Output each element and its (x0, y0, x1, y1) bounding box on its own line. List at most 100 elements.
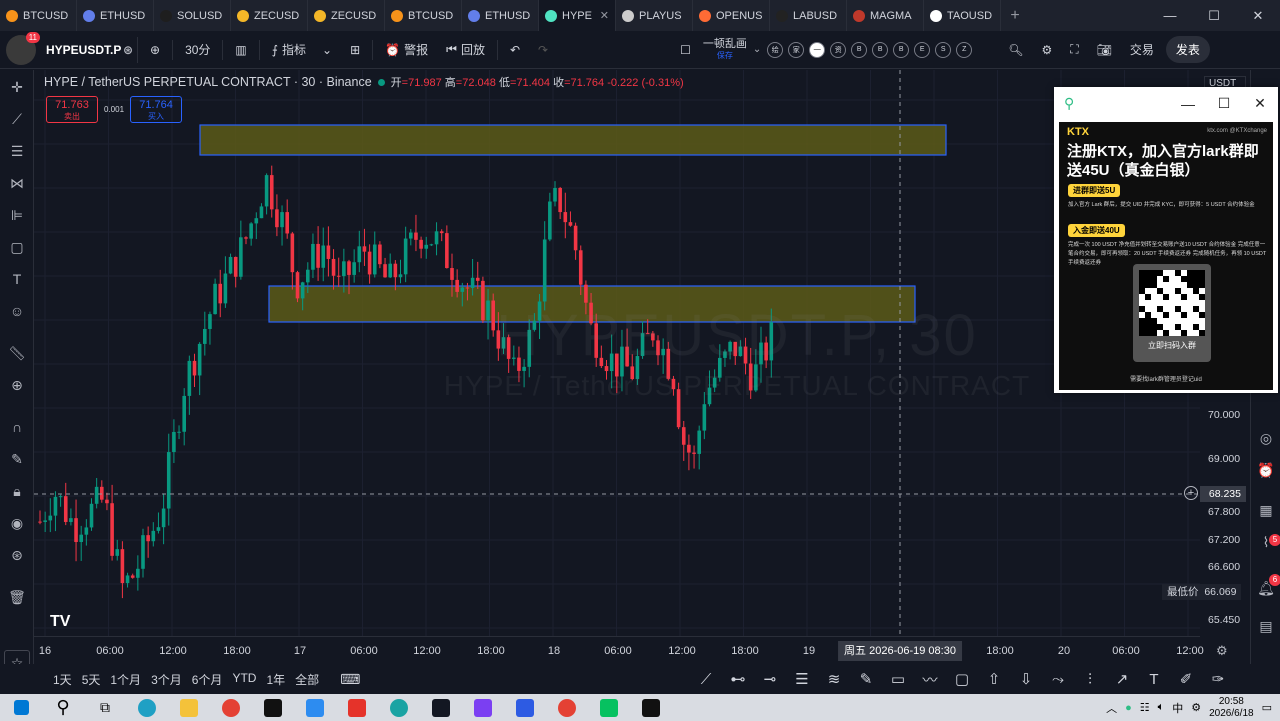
period-button[interactable]: YTD (227, 671, 261, 688)
ruler-icon[interactable]: 📏︎ (6, 342, 28, 364)
extended-line-icon[interactable]: ⊸ (754, 670, 786, 688)
trade-button[interactable]: 交易 (1124, 36, 1160, 64)
emoji-icon[interactable]: ☺ (6, 300, 28, 322)
indicators-button[interactable]: ⨍ 指标 ⌄ (266, 36, 338, 64)
trash-icon[interactable]: 🗑︎ (6, 586, 28, 608)
advertisement-popup[interactable]: ⚲ — ☐ ✕ KTX ktx.com @KTXchange 注册KTX，加入官… (1054, 87, 1278, 393)
chevron-down-icon[interactable]: ⌄ (753, 44, 761, 55)
popup-maximize-button[interactable]: ☐ (1206, 95, 1242, 112)
search-icon[interactable]: 🔍︎ (1002, 36, 1029, 64)
quick-access-button[interactable]: E (914, 41, 931, 58)
new-tab-button[interactable]: + (1001, 7, 1029, 25)
window-maximize-button[interactable]: ☐ (1192, 8, 1236, 24)
tray-chevron-icon[interactable]: ︿ (1106, 700, 1117, 716)
ime-indicator[interactable]: 中 (1172, 700, 1183, 716)
period-button[interactable]: 6个月 (187, 671, 228, 688)
system-clock[interactable]: 20:58 2026/6/18 (1209, 696, 1254, 720)
task-view-icon[interactable]: ⧉ (84, 694, 126, 721)
layouts-icon[interactable]: ⊞ (344, 36, 366, 64)
quick-access-button[interactable]: 资 (830, 41, 847, 58)
geometry-icon[interactable]: ▢ (6, 236, 28, 258)
browser-tab[interactable]: TAOUSD (924, 0, 1001, 31)
volume-icon[interactable]: 🔈︎ (1158, 701, 1165, 714)
watchlist-icon[interactable]: ◎ (1256, 430, 1276, 450)
pin-icon[interactable]: ⚲ (1064, 95, 1074, 112)
browser-tab[interactable]: MAGMA (847, 0, 924, 31)
zoom-icon[interactable]: ⊕ (6, 374, 28, 396)
symbol-settings-icon[interactable]: ⊛ (123, 43, 133, 57)
lock-icon[interactable]: 🔒︎ (6, 480, 28, 502)
quick-access-button[interactable]: B (893, 41, 910, 58)
pen-icon[interactable]: ✐ (1170, 670, 1202, 688)
eye-icon[interactable]: ◉ (6, 512, 28, 534)
app-icon[interactable] (630, 694, 672, 721)
tradingview-logo[interactable]: TV (50, 613, 70, 631)
browser-tab[interactable]: HYPE ✕ (539, 0, 616, 31)
quick-access-button[interactable]: Z (956, 41, 973, 58)
symbol-search-button[interactable]: HYPEUSDT.P ⊛ (42, 36, 138, 63)
vertical-line-icon[interactable]: ⫶ (1074, 671, 1106, 688)
alerts-icon[interactable]: ⏰ (1256, 462, 1276, 482)
forecast-icon[interactable]: ⊫ (6, 204, 28, 226)
tradingview-icon[interactable] (420, 694, 462, 721)
file-explorer-icon[interactable] (168, 694, 210, 721)
pattern-icon[interactable]: ⋈ (6, 172, 28, 194)
notifications-icon[interactable]: ▭ (1262, 701, 1272, 714)
rectangle-icon[interactable]: ▢ (946, 670, 978, 688)
add-alert-plus-icon[interactable]: + (1184, 486, 1198, 500)
tiktok-icon[interactable] (252, 694, 294, 721)
edge-icon[interactable] (126, 694, 168, 721)
text-tool-icon[interactable]: T (1138, 671, 1170, 688)
quick-access-button[interactable]: — (809, 41, 826, 58)
brush-icon[interactable]: ✎ (850, 670, 882, 688)
callout-icon[interactable]: ▭ (882, 670, 914, 688)
buy-button[interactable]: 71.764 买入 (130, 96, 183, 123)
compare-icon[interactable]: ⊕ (144, 36, 166, 64)
ad-banner[interactable]: KTX ktx.com @KTXchange 注册KTX，加入官方lark群即送… (1059, 122, 1273, 390)
time-axis[interactable]: 周五 2026-06-19 08:30 16 06:00 12:00 18:00 17 0… (34, 636, 1204, 664)
fullscreen-frame-icon[interactable]: ☐ (674, 36, 697, 64)
globe-icon[interactable]: ⊛ (6, 544, 28, 566)
legend-title[interactable]: HYPE / TetherUS PERPETUAL CONTRACT · 30 … (44, 75, 372, 89)
period-button[interactable]: 3个月 (146, 671, 187, 688)
interval-button[interactable]: 30分 (179, 36, 216, 64)
quick-access-button[interactable]: B (851, 41, 868, 58)
browser-tab[interactable]: ETHUSD (462, 0, 539, 31)
calendar-icon[interactable]: ▦ (1256, 502, 1276, 522)
browser-tab[interactable]: ETHUSD (77, 0, 154, 31)
magnet-icon[interactable]: ∩ (6, 416, 28, 438)
app-icon[interactable] (378, 694, 420, 721)
path-icon[interactable]: 〰 (914, 669, 946, 690)
period-button[interactable]: 1天 (48, 671, 77, 688)
arrow-down-icon[interactable]: ⇩ (1010, 670, 1042, 688)
alerts-button[interactable]: ⏰ 警报 (379, 36, 434, 64)
fullscreen-icon[interactable]: ⛶ (1064, 36, 1084, 64)
date-range-icon[interactable]: ⌨ (340, 671, 360, 688)
wps-icon[interactable] (336, 694, 378, 721)
arrow-up-icon[interactable]: ⇧ (978, 670, 1010, 688)
redo-icon[interactable]: ↷ (532, 36, 554, 64)
axis-settings-icon[interactable]: ⚙ (1216, 643, 1228, 659)
browser-tab[interactable]: ZECUSD (231, 0, 308, 31)
period-button[interactable]: 全部 (290, 671, 324, 688)
line-tool-icon[interactable]: ⟋ (690, 671, 722, 688)
candlestick-chart[interactable] (34, 70, 1200, 636)
app-icon[interactable] (462, 694, 504, 721)
sell-button[interactable]: 71.763 卖出 (46, 96, 98, 123)
window-minimize-button[interactable]: — (1148, 8, 1192, 23)
popup-minimize-button[interactable]: — (1170, 96, 1206, 112)
network-icon[interactable]: ☷ (1140, 701, 1150, 714)
trend-line-icon[interactable]: ⟋ (6, 108, 28, 130)
arrow-icon[interactable]: ↗ (1106, 670, 1138, 688)
wechat-icon[interactable] (588, 694, 630, 721)
undo-icon[interactable]: ↶ (504, 36, 526, 64)
save-layout-button[interactable]: 一顿乱画 保存 (703, 38, 747, 61)
tab-close-icon[interactable]: ✕ (600, 9, 609, 22)
quick-access-button[interactable]: B (872, 41, 889, 58)
publish-button[interactable]: 发表 (1165, 36, 1210, 63)
ray-tool-icon[interactable]: ⊷ (722, 670, 754, 688)
avatar[interactable]: 11 (6, 31, 40, 65)
candle-type-icon[interactable]: ▥ (229, 36, 252, 64)
camera-icon[interactable]: 📷︎ (1091, 36, 1118, 64)
lock-drawings-icon[interactable]: ✎ (6, 448, 28, 470)
